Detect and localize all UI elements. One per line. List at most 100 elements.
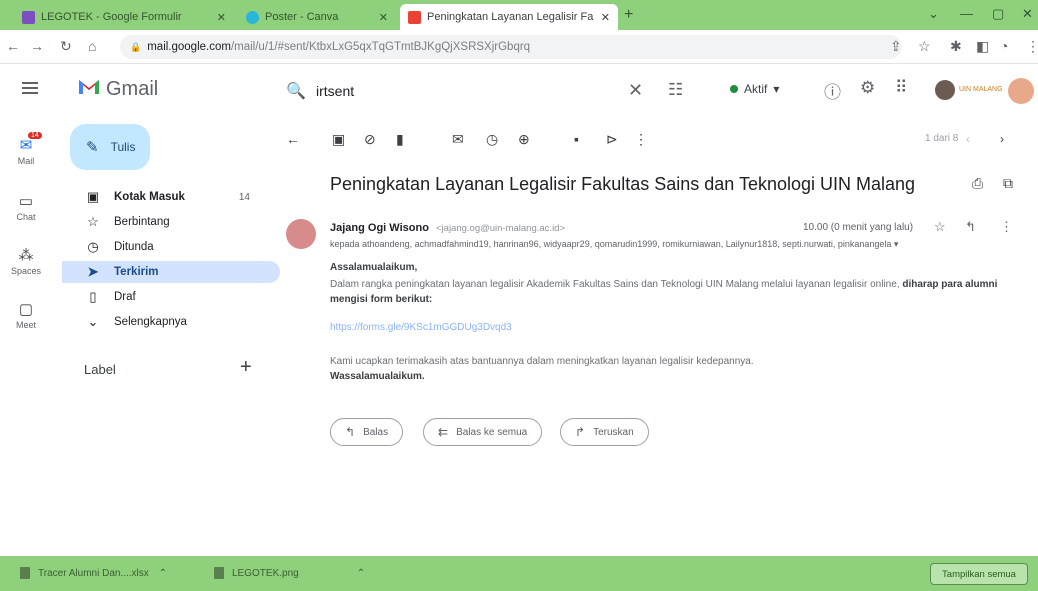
add-task-icon[interactable]: ⊕: [518, 131, 530, 148]
rail-chat[interactable]: ▭ Chat: [0, 192, 52, 222]
move-to-icon[interactable]: ▪: [574, 131, 579, 147]
compose-button[interactable]: ✎ Tulis: [70, 124, 150, 170]
browser-tab-legotek[interactable]: LEGOTEK - Google Formulir ✕: [14, 4, 234, 30]
chevron-left-icon[interactable]: ‹: [966, 132, 970, 146]
gmail-wordmark[interactable]: Gmail: [106, 78, 158, 101]
labels-heading: Label: [84, 362, 116, 377]
chevron-down-icon[interactable]: ⌄: [928, 6, 939, 22]
nav-item-sent[interactable]: ➤ Terkirim: [62, 261, 280, 283]
download-item[interactable]: LEGOTEK.png ⌃: [214, 567, 365, 579]
gmail-header: Gmail 🔍 irtsent ✕ ☷ Aktif ▾ ⓘ ⚙ ⠿ UIN MA…: [0, 64, 1038, 116]
minimize-icon[interactable]: —: [960, 6, 973, 21]
search-options-icon[interactable]: ☷: [668, 80, 683, 100]
forward-icon[interactable]: →: [30, 38, 44, 54]
settings-gear-icon[interactable]: ⚙: [860, 78, 875, 98]
print-icon[interactable]: ⎙: [972, 175, 983, 192]
reply-icon[interactable]: ↰: [965, 219, 976, 235]
close-icon[interactable]: ✕: [217, 11, 226, 24]
star-icon: ☆: [87, 214, 99, 229]
email-closing: Wassalamualaikum.: [330, 371, 425, 382]
add-label-icon[interactable]: +: [240, 356, 252, 379]
forward-button[interactable]: ↱ Teruskan: [560, 418, 649, 446]
search-icon[interactable]: 🔍: [286, 81, 306, 101]
star-icon[interactable]: ☆: [918, 38, 931, 55]
image-file-icon: [214, 567, 224, 579]
home-icon[interactable]: ⌂: [88, 38, 96, 54]
nav-item-starred[interactable]: ☆ Berbintang: [62, 211, 280, 233]
report-spam-icon[interactable]: ⊘: [364, 131, 376, 148]
email-greeting: Assalamualaikum,: [330, 262, 418, 273]
nav-item-snoozed[interactable]: ◷ Ditunda: [62, 236, 280, 258]
status-selector[interactable]: Aktif ▾: [730, 82, 779, 96]
archive-icon[interactable]: ▣: [332, 131, 345, 148]
nav-item-more[interactable]: ⌄ Selengkapnya: [62, 311, 280, 333]
browser-tab-canva[interactable]: Poster - Canva ✕: [238, 4, 396, 30]
maximize-icon[interactable]: ▢: [992, 6, 1004, 22]
sender-avatar[interactable]: [286, 219, 316, 249]
org-logo-text: UIN MALANG: [959, 86, 1003, 93]
email-paragraph: Dalam rangka peningkatan layanan legalis…: [330, 277, 1030, 307]
menu-icon[interactable]: ⋮: [1026, 38, 1038, 55]
form-link[interactable]: https://forms.gle/9KSc1mGGDUg3Dvqd3: [330, 322, 512, 333]
rail-meet[interactable]: ▢ Meet: [0, 300, 52, 330]
new-tab-icon[interactable]: +: [624, 6, 633, 24]
clear-search-icon[interactable]: ✕: [628, 80, 643, 101]
rail-mail[interactable]: ✉ 14 Mail: [0, 132, 52, 166]
open-new-window-icon[interactable]: ⧉: [1003, 175, 1013, 192]
chevron-up-icon[interactable]: ⌃: [357, 568, 365, 579]
reload-icon[interactable]: ↻: [60, 38, 72, 55]
nav-item-inbox[interactable]: ▣ Kotak Masuk 14: [62, 186, 280, 208]
snooze-icon[interactable]: ◷: [486, 131, 498, 148]
search-bar[interactable]: 🔍 irtsent ✕ ☷: [276, 72, 706, 110]
star-icon[interactable]: ☆: [934, 219, 946, 235]
reply-all-label: Balas ke semua: [456, 426, 528, 438]
share-icon[interactable]: ⇪: [890, 38, 902, 55]
nav-label: Ditunda: [114, 241, 154, 253]
help-icon[interactable]: ⓘ: [824, 78, 841, 103]
recipients-list[interactable]: kepada athoandeng, achmadfahmind19, hanr…: [330, 239, 970, 250]
download-item[interactable]: Tracer Alumni Dan....xlsx ⌃: [20, 567, 167, 579]
chevron-right-icon[interactable]: ›: [1000, 132, 1004, 146]
show-all-downloads-button[interactable]: Tampilkan semua: [930, 563, 1028, 585]
reply-label: Balas: [363, 426, 389, 438]
rail-spaces[interactable]: ⁂ Spaces: [0, 246, 52, 276]
spaces-icon: ⁂: [18, 247, 34, 264]
nav-item-drafts[interactable]: ▯ Draf: [62, 286, 280, 308]
sidebar-icon[interactable]: ◧: [976, 38, 989, 55]
close-icon[interactable]: ✕: [379, 11, 388, 24]
browser-tab-gmail[interactable]: Peningkatan Layanan Legalisir Fa ✕: [400, 4, 618, 30]
forward-label: Teruskan: [593, 426, 634, 438]
apps-grid-icon[interactable]: ⠿: [895, 78, 907, 98]
gmail-logo-icon[interactable]: [78, 76, 100, 96]
rail-label: Mail: [17, 156, 35, 166]
sender-email: <jajang.og@uin-malang.ac.id>: [436, 223, 566, 234]
profile-icon[interactable]: ◔: [1000, 38, 1008, 54]
search-input[interactable]: irtsent: [316, 83, 354, 99]
organization-logo[interactable]: UIN MALANG: [935, 79, 1005, 101]
mark-unread-icon[interactable]: ✉: [452, 131, 464, 148]
email-thanks: Kami ucapkan terimakasih atas bantuannya…: [330, 356, 754, 367]
sender-name[interactable]: Jajang Ogi Wisono: [330, 222, 429, 234]
reply-button[interactable]: ↰ Balas: [330, 418, 404, 446]
extension-pin-icon[interactable]: ✱: [950, 38, 962, 55]
reply-all-button[interactable]: ⇇ Balas ke semua: [423, 418, 543, 446]
more-options-icon[interactable]: ⋮: [1000, 219, 1013, 235]
back-arrow-icon[interactable]: ←: [286, 131, 300, 147]
back-icon[interactable]: ←: [6, 38, 20, 54]
account-avatar[interactable]: [1008, 78, 1034, 104]
close-icon[interactable]: ✕: [601, 11, 610, 24]
url-input[interactable]: 🔒 mail.google.com /mail/u/1/#sent/KtbxLx…: [120, 35, 902, 59]
canva-icon: [246, 10, 259, 24]
nav-label: Kotak Masuk: [114, 191, 185, 203]
hamburger-menu-icon[interactable]: [22, 82, 38, 94]
label-icon[interactable]: ⊳: [606, 131, 618, 148]
close-icon[interactable]: ✕: [1022, 6, 1033, 22]
more-options-icon[interactable]: ⋮: [634, 131, 648, 148]
video-camera-icon: ▢: [18, 301, 34, 318]
download-shelf: Tracer Alumni Dan....xlsx ⌃ LEGOTEK.png …: [0, 556, 1038, 591]
delete-icon[interactable]: ▮: [396, 131, 404, 148]
download-filename: LEGOTEK.png: [232, 567, 299, 579]
draft-file-icon: ▯: [89, 289, 97, 304]
chevron-down-icon: ⌄: [87, 314, 99, 329]
chevron-up-icon[interactable]: ⌃: [159, 568, 167, 579]
